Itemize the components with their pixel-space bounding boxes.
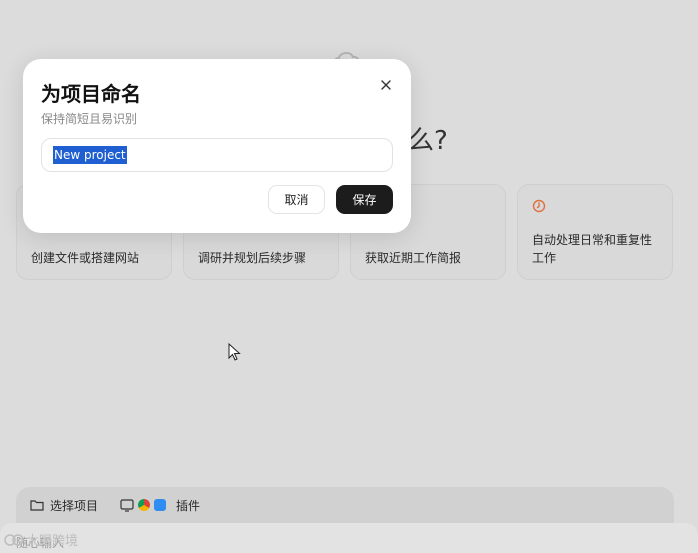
close-button[interactable] [376,75,396,95]
plugins-label: 插件 [176,498,201,513]
card-label: 获取近期工作简报 [365,251,462,265]
plugin-add-icon [154,499,166,511]
plugins-button[interactable]: 插件 [120,496,200,514]
project-name-input[interactable]: New project [41,138,393,172]
mouse-cursor-icon [228,343,241,361]
watermark-logo-icon [4,533,24,546]
plugin-window-icon [120,498,134,512]
watermark: 大眼跨境 [4,530,78,549]
card-label: 创建文件或搭建网站 [31,251,140,265]
chrome-icon [138,499,150,511]
close-icon [381,80,391,90]
app-window: 么? 创建文件或搭建网站 调研并规划后续步骤 获取近期工作简报 自动处理日常和重… [0,0,698,553]
headline-text: 么? [408,126,448,156]
suggestion-card-automate[interactable]: 自动处理日常和重复性工作 [517,184,673,280]
rename-project-dialog: 为项目命名 保持简短且易识别 New project 取消 保存 [23,59,411,233]
select-project-label: 选择项目 [50,498,99,513]
card-label: 调研并规划后续步骤 [198,251,307,265]
dialog-subtitle: 保持简短且易识别 [41,112,138,126]
clock-icon [532,199,546,213]
select-project-button[interactable]: 选择项目 [30,496,98,514]
card-label: 自动处理日常和重复性工作 [532,233,653,265]
dialog-title: 为项目命名 [41,82,141,106]
cancel-button[interactable]: 取消 [268,185,325,214]
folder-icon [30,500,44,511]
save-button[interactable]: 保存 [336,185,393,214]
project-name-value: New project [53,146,127,164]
chat-input[interactable] [0,523,698,553]
watermark-text: 大眼跨境 [26,534,79,549]
